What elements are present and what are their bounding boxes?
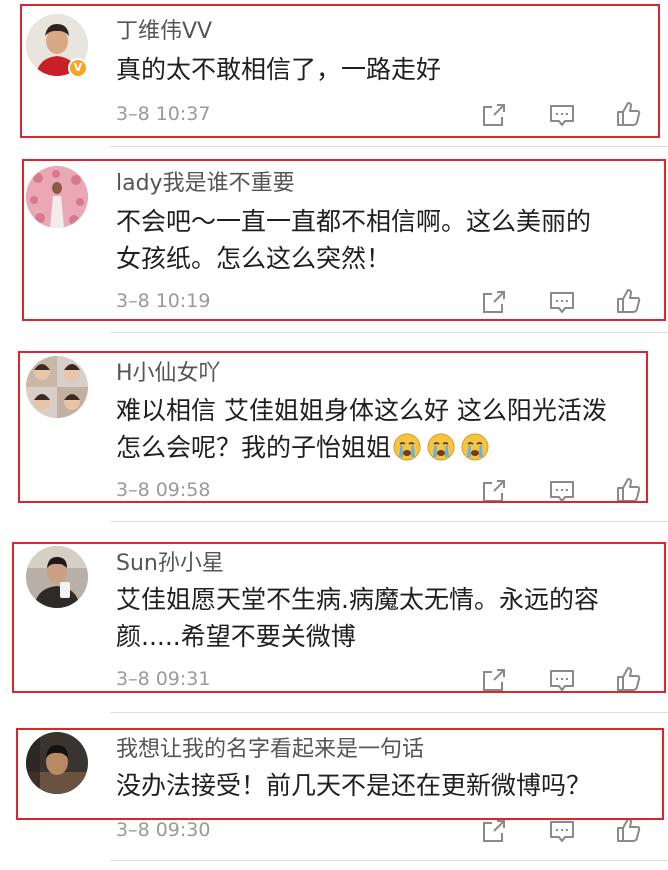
comment-text-fragment: 怎么会呢？我的子怡姐姐	[116, 433, 392, 462]
timestamp: 3–8 09:30	[116, 819, 211, 841]
comment-icon[interactable]	[548, 288, 576, 316]
comment-text: 不会吧～一直一直都不相信啊。这么美丽的 女孩纸。怎么这么突然！	[116, 203, 646, 277]
crying-face-emoji	[427, 433, 455, 461]
comment-icon[interactable]	[548, 101, 576, 129]
thumbs-up-icon[interactable]	[614, 665, 642, 693]
comment-text: 难以相信 艾佳姐姐身体这么好 这么阳光活泼 怎么会呢？我的子怡姐姐	[116, 392, 646, 466]
comment-text-line: 女孩纸。怎么这么突然！	[116, 244, 392, 273]
divider	[110, 146, 668, 147]
timestamp: 3–8 10:37	[116, 103, 211, 125]
divider	[110, 521, 668, 522]
share-icon[interactable]	[480, 666, 508, 694]
share-icon[interactable]	[480, 288, 508, 316]
divider	[110, 332, 668, 333]
emoji-row	[391, 433, 489, 462]
thumbs-up-icon[interactable]	[614, 816, 642, 844]
avatar[interactable]	[26, 166, 88, 228]
avatar[interactable]	[26, 546, 88, 608]
username[interactable]: 丁维伟VV	[116, 13, 212, 45]
comment-text-line: 不会吧～一直一直都不相信啊。这么美丽的	[116, 207, 592, 236]
comment-text: 没办法接受！前几天不是还在更新微博吗？	[116, 767, 646, 804]
thumbs-up-icon[interactable]	[614, 287, 642, 315]
avatar[interactable]	[26, 356, 88, 418]
share-icon[interactable]	[480, 101, 508, 129]
comment-text-line: 没办法接受！前几天不是还在更新微博吗？	[116, 771, 592, 800]
username[interactable]: H小仙女吖	[116, 355, 221, 387]
share-icon[interactable]	[480, 477, 508, 505]
username[interactable]: lady我是谁不重要	[116, 165, 295, 197]
comment-text: 艾佳姐愿天堂不生病.病魔太无情。永远的容 颜.....希望不要关微博	[116, 581, 646, 655]
crying-face-emoji	[393, 433, 421, 461]
comment-text-line: 难以相信 艾佳姐姐身体这么好 这么阳光活泼	[116, 396, 607, 425]
share-icon[interactable]	[480, 817, 508, 845]
comment-icon[interactable]	[548, 817, 576, 845]
comment-text-line: 真的太不敢相信了，一路走好	[116, 55, 442, 84]
timestamp: 3–8 09:31	[116, 668, 211, 690]
username[interactable]: 我想让我的名字看起来是一句话	[116, 731, 424, 763]
thumbs-up-icon[interactable]	[614, 100, 642, 128]
timestamp: 3–8 09:58	[116, 479, 211, 501]
username[interactable]: Sun孙小星	[116, 545, 224, 577]
comment-text-line: 艾佳姐愿天堂不生病.病魔太无情。永远的容	[116, 585, 599, 614]
comment-text-line: 怎么会呢？我的子怡姐姐	[116, 429, 646, 466]
verified-badge-icon: V	[68, 58, 88, 78]
timestamp: 3–8 10:19	[116, 290, 211, 312]
comment-icon[interactable]	[548, 477, 576, 505]
avatar[interactable]	[26, 732, 88, 794]
divider	[110, 712, 668, 713]
crying-face-emoji	[461, 433, 489, 461]
thumbs-up-icon[interactable]	[614, 476, 642, 504]
comment-text-line: 颜.....希望不要关微博	[116, 622, 356, 651]
comment-text: 真的太不敢相信了，一路走好	[116, 51, 646, 88]
comment-icon[interactable]	[548, 666, 576, 694]
divider	[110, 860, 668, 861]
